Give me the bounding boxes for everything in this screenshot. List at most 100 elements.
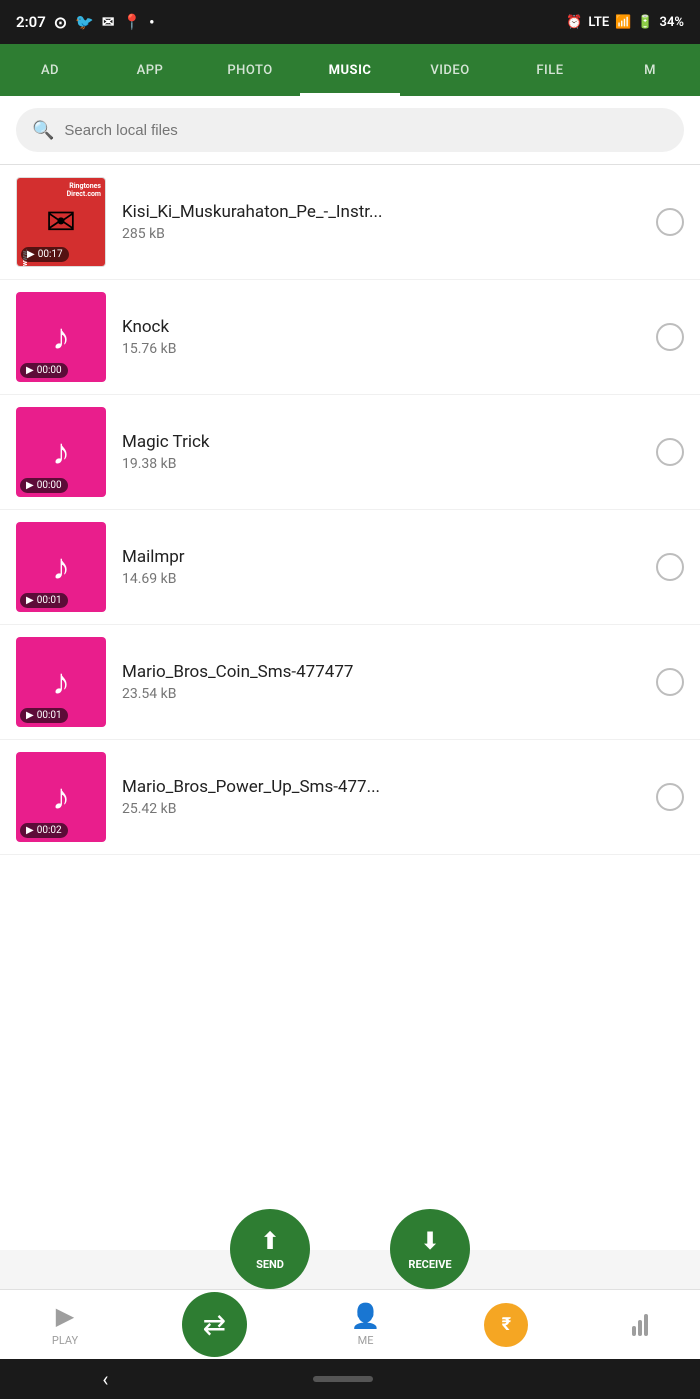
play-nav-item[interactable]: ▶ PLAY	[52, 1302, 78, 1347]
duration-badge: ▶ 00:01	[20, 593, 68, 608]
file-size: 285 kB	[122, 226, 640, 242]
status-bar: 2:07 ⊙ 🐦 ✉ 📍 • ⏰ LTE 📶 🔋 34%	[0, 0, 700, 44]
music-note-icon: ♪	[52, 431, 70, 473]
music-note-icon: ♪	[52, 661, 70, 703]
bars-icon	[632, 1314, 648, 1336]
me-nav-label: ME	[358, 1334, 374, 1347]
file-size: 15.76 kB	[122, 341, 640, 357]
nav-tabs: AD APP PHOTO MUSIC VIDEO FILE M	[0, 44, 700, 96]
select-radio[interactable]	[656, 438, 684, 466]
file-name: Knock	[122, 317, 640, 337]
bars-button[interactable]	[632, 1314, 648, 1336]
lte-label: LTE	[588, 15, 609, 30]
file-info: Magic Trick 19.38 kB	[122, 432, 640, 472]
select-radio[interactable]	[656, 208, 684, 236]
file-thumbnail: ♪ ▶ 00:00	[16, 407, 106, 497]
play-icon: ▶	[26, 595, 34, 606]
play-nav-icon: ▶	[56, 1302, 74, 1330]
file-size: 23.54 kB	[122, 686, 640, 702]
status-left: 2:07 ⊙ 🐦 ✉ 📍 •	[16, 13, 154, 32]
receive-icon: ⬇	[420, 1227, 440, 1255]
play-icon: ▶	[26, 825, 34, 836]
ringtones-label: RingtonesDirect.com	[21, 182, 101, 198]
alarm-icon: ⏰	[566, 15, 582, 30]
file-name: Mario_Bros_Coin_Sms-477477	[122, 662, 640, 682]
list-item[interactable]: ♪ ▶ 00:01 Mario_Bros_Coin_Sms-477477 23.…	[0, 625, 700, 740]
receive-label: RECEIVE	[408, 1258, 451, 1271]
send-label: SEND	[256, 1258, 284, 1271]
coin-icon: ₹	[502, 1314, 511, 1335]
battery-label: 34%	[660, 15, 684, 30]
file-info: Mario_Bros_Power_Up_Sms-477... 25.42 kB	[122, 777, 640, 817]
select-radio[interactable]	[656, 783, 684, 811]
file-thumbnail: ♪ ▶ 00:01	[16, 637, 106, 727]
envelope-icon: ✉	[46, 201, 76, 243]
list-item[interactable]: ♪ ▶ 00:00 Magic Trick 19.38 kB	[0, 395, 700, 510]
maps-icon: 📍	[122, 13, 141, 31]
tab-more[interactable]: M	[600, 44, 700, 96]
select-radio[interactable]	[656, 323, 684, 351]
file-thumbnail: ♪ ▶ 00:02	[16, 752, 106, 842]
file-size: 14.69 kB	[122, 571, 640, 587]
mail-icon: ✉	[102, 13, 115, 31]
twitter-icon: 🐦	[75, 13, 94, 31]
send-icon: ⬆	[260, 1227, 280, 1255]
search-input[interactable]	[64, 122, 668, 139]
duration-badge: ▶ 00:01	[20, 708, 68, 723]
battery-icon: 🔋	[637, 15, 653, 30]
file-info: Knock 15.76 kB	[122, 317, 640, 357]
music-note-icon: ♪	[52, 546, 70, 588]
dot-icon: •	[149, 13, 154, 31]
tab-music[interactable]: MUSIC	[300, 44, 400, 96]
tab-video[interactable]: VIDEO	[400, 44, 500, 96]
list-item[interactable]: ♪ ▶ 00:02 Mario_Bros_Power_Up_Sms-477...…	[0, 740, 700, 855]
shuffle-icon: ⇄	[203, 1308, 226, 1341]
coin-button[interactable]: ₹	[484, 1303, 528, 1347]
list-item[interactable]: ♪ ▶ 00:00 Knock 15.76 kB	[0, 280, 700, 395]
signal-icon: 📶	[615, 15, 631, 30]
chrome-icon: ⊙	[54, 13, 67, 32]
me-nav-icon: 👤	[351, 1302, 381, 1330]
file-thumbnail: RingtonesDirect.com www. ✉ ▶ 00:17	[16, 177, 106, 267]
duration-badge: ▶ 00:00	[20, 363, 68, 378]
file-name: Magic Trick	[122, 432, 640, 452]
list-item[interactable]: ♪ ▶ 00:01 Mailmpr 14.69 kB	[0, 510, 700, 625]
tab-photo[interactable]: PHOTO	[200, 44, 300, 96]
file-thumbnail: ♪ ▶ 00:01	[16, 522, 106, 612]
search-bar: 🔍	[16, 108, 684, 152]
file-info: Mario_Bros_Coin_Sms-477477 23.54 kB	[122, 662, 640, 702]
file-thumbnail: ♪ ▶ 00:00	[16, 292, 106, 382]
home-pill[interactable]	[313, 1376, 373, 1382]
play-icon: ▶	[27, 249, 35, 260]
music-note-icon: ♪	[52, 316, 70, 358]
file-list: RingtonesDirect.com www. ✉ ▶ 00:17 Kisi_…	[0, 165, 700, 1250]
file-name: Kisi_Ki_Muskurahaton_Pe_-_Instr...	[122, 202, 640, 222]
search-icon: 🔍	[32, 120, 54, 141]
status-right: ⏰ LTE 📶 🔋 34%	[566, 15, 684, 30]
select-radio[interactable]	[656, 668, 684, 696]
duration-badge: ▶ 00:17	[21, 247, 69, 262]
file-size: 19.38 kB	[122, 456, 640, 472]
play-nav-label: PLAY	[52, 1334, 78, 1347]
tab-ad[interactable]: AD	[0, 44, 100, 96]
shuffle-button[interactable]: ⇄	[182, 1292, 247, 1357]
back-button[interactable]: ‹	[102, 1367, 108, 1391]
bottom-navigation: ▶ PLAY ⇄ 👤 ME ₹	[0, 1289, 700, 1359]
file-name: Mailmpr	[122, 547, 640, 567]
play-icon: ▶	[26, 710, 34, 721]
select-radio[interactable]	[656, 553, 684, 581]
file-name: Mario_Bros_Power_Up_Sms-477...	[122, 777, 640, 797]
receive-button[interactable]: ⬇ RECEIVE	[390, 1209, 470, 1289]
me-nav-item[interactable]: 👤 ME	[351, 1302, 381, 1347]
duration-badge: ▶ 00:00	[20, 478, 68, 493]
tab-app[interactable]: APP	[100, 44, 200, 96]
music-note-icon: ♪	[52, 776, 70, 818]
send-button[interactable]: ⬆ SEND	[230, 1209, 310, 1289]
play-icon: ▶	[26, 480, 34, 491]
file-info: Kisi_Ki_Muskurahaton_Pe_-_Instr... 285 k…	[122, 202, 640, 242]
home-area: ‹	[0, 1359, 700, 1399]
list-item[interactable]: RingtonesDirect.com www. ✉ ▶ 00:17 Kisi_…	[0, 165, 700, 280]
tab-file[interactable]: FILE	[500, 44, 600, 96]
file-info: Mailmpr 14.69 kB	[122, 547, 640, 587]
duration-badge: ▶ 00:02	[20, 823, 68, 838]
